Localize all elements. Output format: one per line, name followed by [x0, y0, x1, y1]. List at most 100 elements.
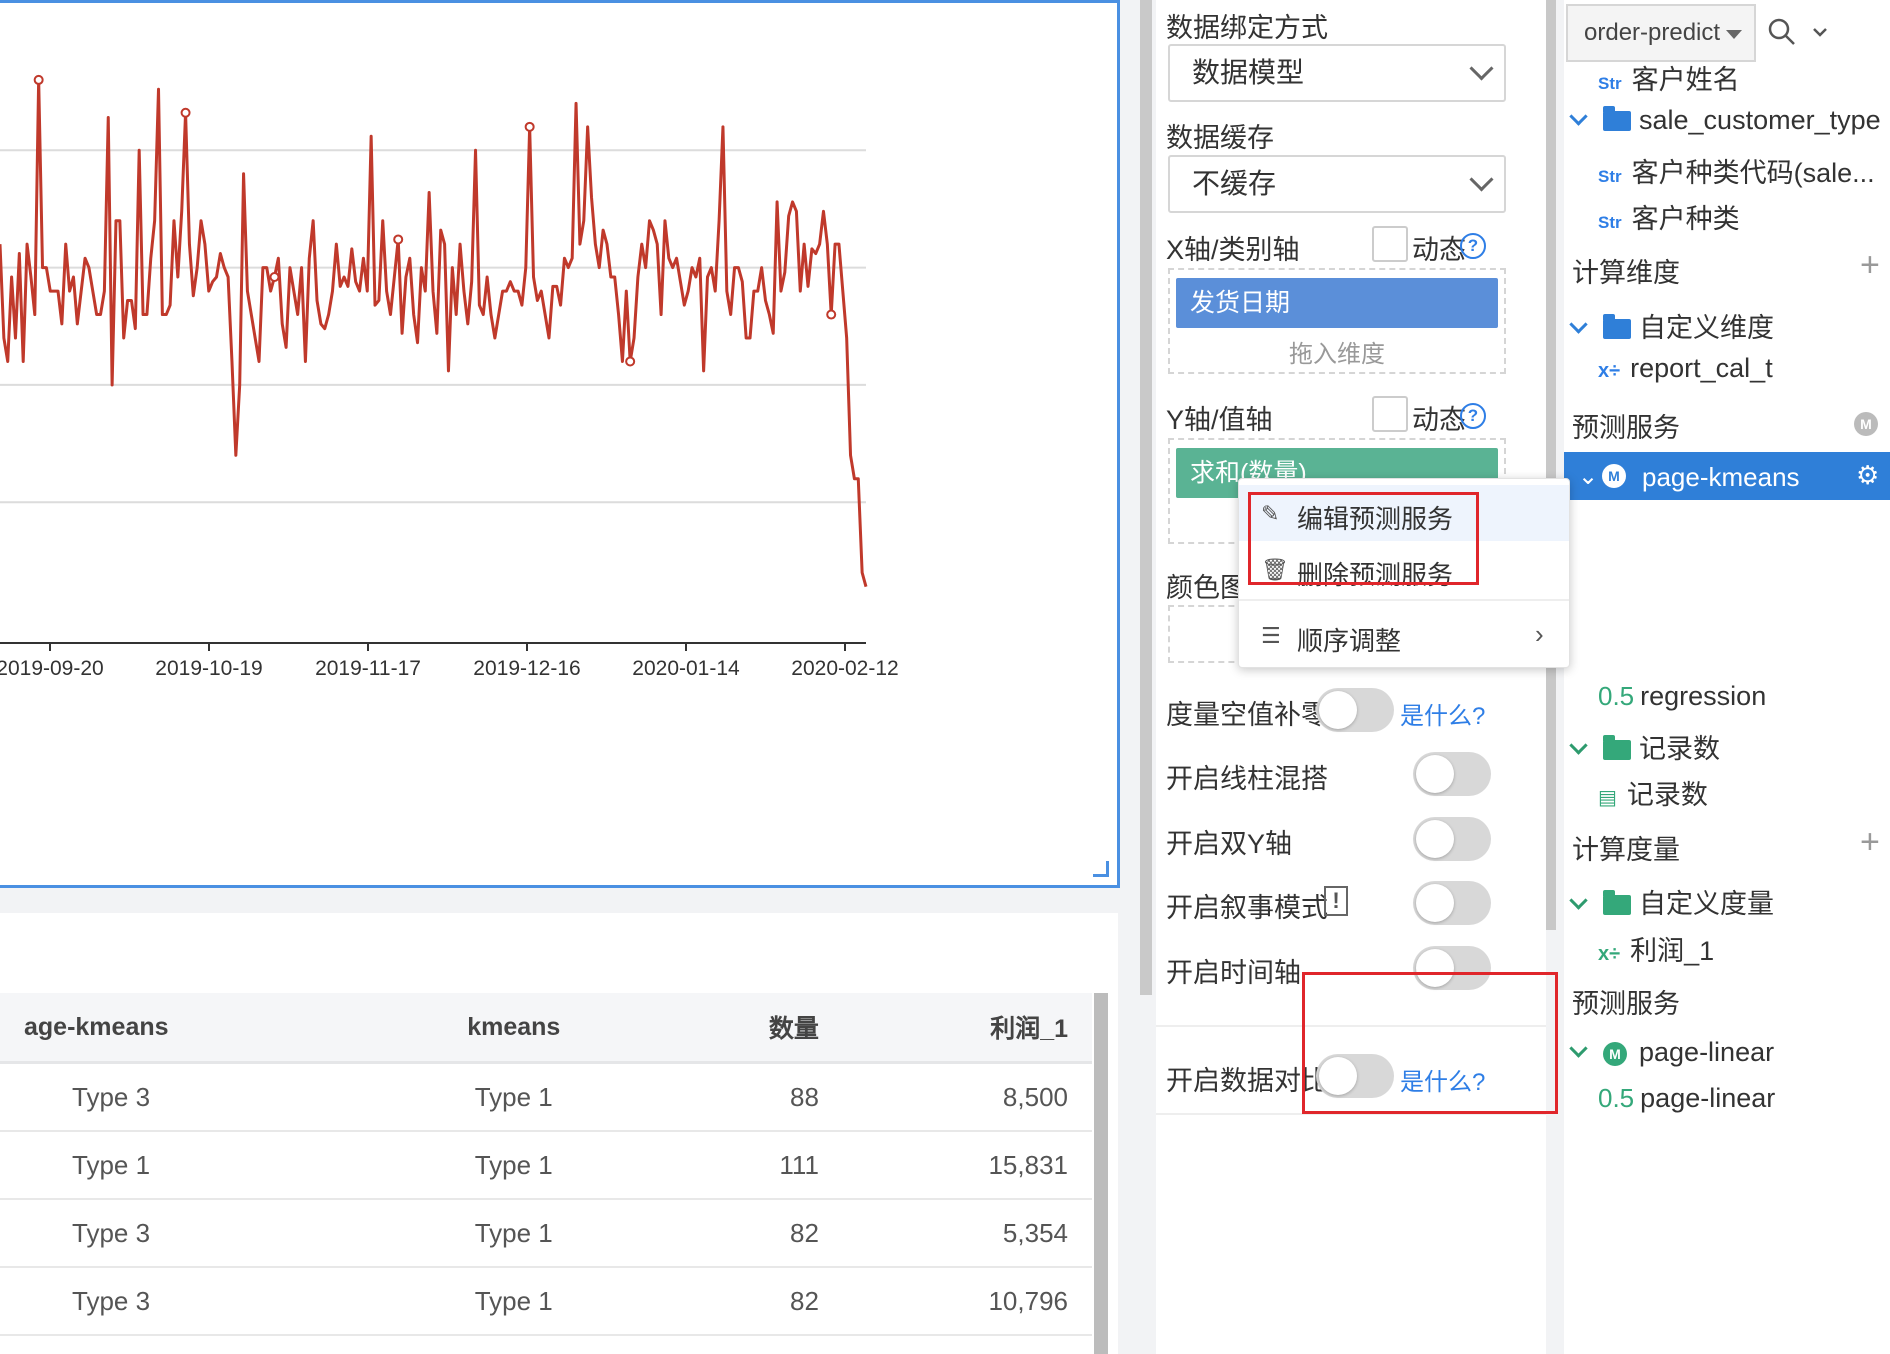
cache-value: 不缓存	[1192, 168, 1277, 199]
column-header[interactable]: kmeans	[375, 993, 652, 1064]
folder-custom-dimension[interactable]: 自定义维度	[1569, 306, 1774, 345]
chevron-down-icon	[1569, 1039, 1588, 1058]
help-icon[interactable]: ?	[1460, 403, 1486, 429]
line-bar-mix-label: 开启线柱混搭	[1166, 764, 1328, 794]
table-row: Type 3 Type 1 82 10,796	[0, 1267, 1092, 1336]
field-profit[interactable]: x÷ 利润_1	[1598, 929, 1714, 968]
folder-record-count[interactable]: 记录数	[1569, 727, 1720, 766]
chevron-down-icon	[1569, 315, 1588, 334]
field-customer-name[interactable]: Str 客户姓名	[1598, 58, 1740, 97]
chart-card[interactable]: 2019-09-20 2019-10-19 2019-11-17 2019-12-16…	[0, 0, 1120, 888]
string-type-icon: Str	[1598, 213, 1622, 232]
table-cell: Type 1	[375, 1267, 652, 1336]
column-header[interactable]: 利润_1	[842, 993, 1092, 1064]
menu-divider	[1239, 599, 1569, 601]
property-panel: 数据绑定方式 数据模型 数据缓存 不缓存 X轴/类别轴 动态 ? 发货日期 拖入…	[1156, 0, 1546, 1354]
line-bar-mix-toggle[interactable]	[1413, 752, 1491, 796]
string-type-icon: Str	[1598, 167, 1622, 186]
table-cell: Type 1	[0, 1131, 376, 1200]
table-cell: 82	[651, 1267, 843, 1336]
table-cell: Type 3	[0, 1062, 376, 1132]
table-cell: 82	[651, 1199, 843, 1268]
model-icon[interactable]: M	[1854, 412, 1878, 436]
x-dynamic-checkbox[interactable]	[1372, 226, 1408, 262]
add-calc-dimension-icon[interactable]: +	[1860, 246, 1880, 285]
field-report-cal[interactable]: x÷ report_cal_t	[1598, 353, 1773, 384]
menu-item-label: 顺序调整	[1297, 626, 1402, 656]
zero-fill-help-link[interactable]: 是什么?	[1400, 696, 1485, 731]
chevron-down-icon	[1569, 107, 1588, 126]
line-chart: 2019-09-20 2019-10-19 2019-11-17 2019-12-16…	[0, 74, 899, 680]
folder-icon	[1603, 314, 1631, 339]
data-point-marker	[524, 121, 535, 132]
table-cell: 5,354	[842, 1199, 1092, 1268]
x-axis-dropzone[interactable]: 发货日期 拖入维度	[1168, 268, 1506, 374]
binding-mode-select[interactable]: 数据模型	[1168, 44, 1506, 102]
cache-label: 数据缓存	[1166, 123, 1274, 153]
help-icon[interactable]: ?	[1460, 233, 1486, 259]
context-menu: ✎ 编辑预测服务 🗑 删除预测服务 ☰ 顺序调整 ›	[1238, 478, 1570, 668]
zero-fill-label: 度量空值补零	[1166, 700, 1328, 730]
table-card: age-kmeans kmeans 数量 利润_1 Type 3 Type 1 …	[0, 913, 1118, 1354]
field-label: page-linear	[1640, 1083, 1776, 1113]
resize-handle[interactable]	[1093, 861, 1109, 877]
series-line	[0, 78, 868, 588]
table-cell: Type 1	[375, 1199, 652, 1268]
field-regression[interactable]: 0.5 regression	[1598, 681, 1766, 712]
column-header[interactable]: age-kmeans	[0, 993, 376, 1064]
search-icon[interactable]	[1768, 18, 1796, 46]
predict-service-header: 预测服务	[1572, 413, 1680, 443]
calc-measure-header: 计算度量	[1572, 835, 1680, 865]
y-dynamic-checkbox[interactable]	[1372, 396, 1408, 432]
tree-item-page-kmeans-selected[interactable]: ⌄ M page-kmeans ⚙	[1564, 452, 1890, 500]
field-record-count[interactable]: ▤ 记录数	[1598, 773, 1708, 812]
info-icon[interactable]: !	[1324, 886, 1348, 916]
gear-icon[interactable]: ⚙	[1856, 460, 1879, 491]
zero-fill-toggle[interactable]	[1316, 688, 1394, 732]
table-cell: Type 3	[0, 1267, 376, 1336]
model-icon: M	[1602, 464, 1626, 488]
chevron-down-icon	[1569, 736, 1588, 755]
menu-item-reorder[interactable]: ☰ 顺序调整 ›	[1239, 607, 1569, 663]
x-tick-label: 2019-11-17	[315, 657, 421, 680]
add-calc-measure-icon[interactable]: +	[1860, 823, 1880, 862]
model-select[interactable]: order-predict	[1566, 4, 1756, 62]
data-point-marker	[826, 309, 837, 320]
property-panel-scrollbar[interactable]	[1546, 0, 1556, 930]
x-tick-label: 2020-01-14	[632, 657, 740, 680]
dropdown-arrow-icon	[1726, 30, 1742, 39]
data-point-marker	[33, 74, 44, 85]
x-axis-field-pill[interactable]: 发货日期	[1176, 278, 1498, 328]
tree-item-label: page-linear	[1639, 1037, 1775, 1067]
table-cell: Type 3	[0, 1199, 376, 1268]
calc-dimension-header: 计算维度	[1572, 258, 1680, 288]
data-table: age-kmeans kmeans 数量 利润_1 Type 3 Type 1 …	[0, 993, 1092, 1336]
table-cell: 111	[651, 1131, 843, 1200]
timeline-label: 开启时间轴	[1166, 958, 1301, 988]
data-point-marker	[180, 107, 191, 118]
dual-y-toggle[interactable]	[1413, 817, 1491, 861]
folder-label: 自定义度量	[1639, 889, 1774, 919]
folder-label: 自定义维度	[1639, 313, 1774, 343]
model-icon: M	[1603, 1042, 1627, 1066]
x-tick-label: 2019-10-19	[155, 657, 262, 680]
story-mode-toggle[interactable]	[1413, 881, 1491, 925]
story-mode-label: 开启叙事模式	[1166, 893, 1328, 923]
table-cell: Type 1	[375, 1062, 652, 1132]
x-axis-label: X轴/类别轴	[1166, 235, 1300, 265]
x-tick-label: 2019-12-16	[473, 657, 580, 680]
table-row: Type 3 Type 1 82 5,354	[0, 1199, 1092, 1268]
tree-item-label: page-kmeans	[1642, 462, 1800, 492]
cache-select[interactable]: 不缓存	[1168, 155, 1506, 213]
field-label: 客户种类代码(sale...	[1631, 158, 1875, 188]
column-header[interactable]: 数量	[651, 993, 843, 1064]
table-scrollbar[interactable]	[1094, 993, 1108, 1354]
folder-sale-customer-type[interactable]: sale_customer_type	[1569, 105, 1881, 136]
tree-item-page-linear[interactable]: Mpage-linear	[1569, 1037, 1775, 1068]
chevron-down-icon[interactable]	[1812, 26, 1828, 40]
field-customer-type[interactable]: Str 客户种类	[1598, 197, 1740, 236]
field-customer-type-code[interactable]: Str 客户种类代码(sale...	[1598, 151, 1875, 190]
panel-splitter[interactable]	[1140, 0, 1152, 995]
field-page-linear[interactable]: 0.5 page-linear	[1598, 1083, 1775, 1114]
folder-custom-measure[interactable]: 自定义度量	[1569, 882, 1774, 921]
